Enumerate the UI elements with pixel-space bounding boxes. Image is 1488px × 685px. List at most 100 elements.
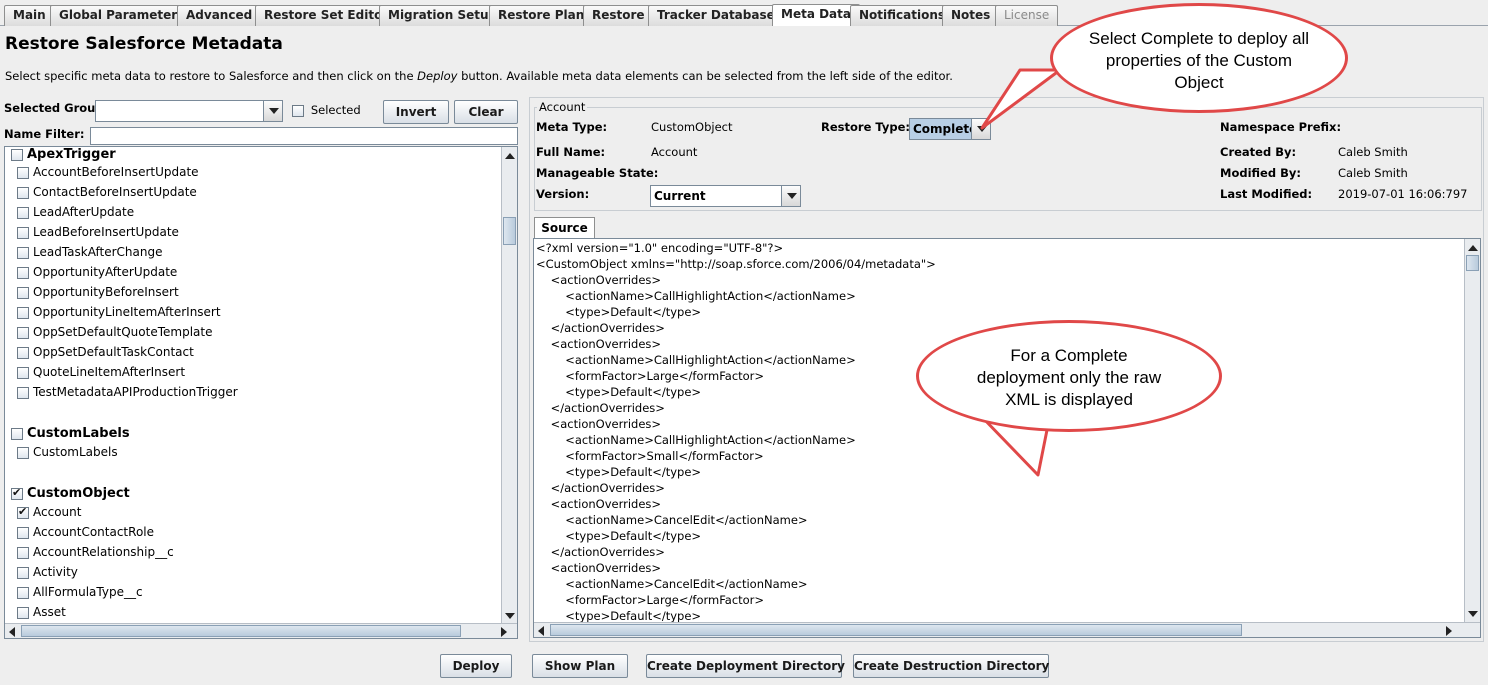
group-apextrigger[interactable]: ApexTrigger (11, 147, 116, 162)
xml-line: <type>Default</type> (536, 529, 702, 543)
namespace-prefix-label: Namespace Prefix: (1220, 120, 1342, 134)
scroll-thumb[interactable] (503, 217, 516, 245)
checkbox-checked-icon[interactable] (17, 505, 29, 519)
group-customobject[interactable]: CustomObject (11, 486, 130, 501)
tab-main[interactable]: Main (4, 5, 55, 26)
tree-item[interactable]: Activity (17, 565, 78, 579)
create-destruction-directory-button[interactable]: Create Destruction Directory (853, 654, 1049, 678)
tree-item[interactable]: LeadAfterUpdate (17, 205, 134, 219)
tree-item[interactable]: LeadBeforeInsertUpdate (17, 225, 179, 239)
version-combo[interactable]: Current (650, 185, 801, 207)
xml-line: </actionOverrides> (536, 401, 665, 415)
tab-restore[interactable]: Restore (583, 5, 654, 26)
checkbox-icon[interactable] (17, 366, 29, 379)
tree-item[interactable]: Asset (17, 605, 66, 619)
tab-notifications[interactable]: Notifications (850, 5, 955, 26)
group-customlabels[interactable]: CustomLabels (11, 426, 130, 441)
selected-checkbox[interactable]: Selected (292, 103, 361, 117)
tab-meta-data[interactable]: Meta Data (772, 4, 860, 26)
checkbox-icon[interactable] (17, 326, 29, 339)
chevron-down-icon[interactable] (781, 186, 800, 206)
checkbox-icon[interactable] (17, 186, 29, 199)
scroll-right-icon[interactable] (501, 627, 507, 637)
checkbox-icon[interactable] (17, 346, 29, 359)
scroll-thumb[interactable] (1466, 255, 1479, 271)
name-filter-label: Name Filter: (4, 127, 85, 141)
tree-item[interactable]: OpportunityAfterUpdate (17, 265, 177, 279)
tree-item-account-selected[interactable]: Account (17, 505, 81, 519)
tab-restore-plan[interactable]: Restore Plan (489, 5, 594, 26)
tree-vertical-scrollbar[interactable] (501, 147, 517, 624)
checkbox-icon[interactable] (17, 266, 29, 279)
scroll-right-icon[interactable] (1446, 626, 1452, 636)
checkbox-icon[interactable] (17, 586, 29, 599)
scroll-up-icon[interactable] (1468, 245, 1478, 251)
tree-item[interactable]: AllFormulaType__c (17, 585, 143, 599)
xml-vertical-scrollbar[interactable] (1464, 239, 1480, 623)
xml-line: <actionOverrides> (536, 273, 662, 287)
xml-line: <actionOverrides> (536, 561, 662, 575)
tab-advanced[interactable]: Advanced (177, 5, 262, 26)
tree-item[interactable]: CustomLabels (17, 445, 118, 459)
checkbox-icon[interactable] (17, 606, 29, 619)
checkbox-icon[interactable] (17, 386, 29, 399)
scroll-down-icon[interactable] (505, 613, 515, 619)
chevron-down-icon[interactable] (263, 101, 282, 121)
scroll-thumb[interactable] (21, 625, 461, 637)
checkbox-icon[interactable] (17, 206, 29, 219)
selected-group-label: Selected Group (4, 101, 104, 115)
tab-source[interactable]: Source (534, 217, 595, 239)
checkbox-icon[interactable] (17, 546, 29, 559)
tab-notes[interactable]: Notes (942, 5, 1000, 26)
tab-migration-setup[interactable]: Migration Setup (379, 5, 507, 26)
tree-item[interactable]: OpportunityBeforeInsert (17, 285, 179, 299)
tree-item[interactable]: LeadTaskAfterChange (17, 245, 163, 259)
tab-tracker-database[interactable]: Tracker Database (648, 5, 784, 26)
xml-line: <type>Default</type> (536, 305, 702, 319)
scroll-left-icon[interactable] (538, 626, 544, 636)
full-name-label: Full Name: (536, 145, 606, 159)
scroll-thumb[interactable] (550, 624, 1242, 636)
tree-horizontal-scrollbar[interactable] (5, 623, 517, 638)
invert-button[interactable]: Invert (383, 100, 449, 124)
checkbox-icon[interactable] (11, 427, 23, 440)
checkbox-icon[interactable] (17, 246, 29, 259)
name-filter-input[interactable] (90, 127, 518, 145)
tree-item[interactable]: OpportunityLineItemAfterInsert (17, 305, 221, 319)
clear-button[interactable]: Clear (454, 100, 518, 124)
checkbox-checked-icon[interactable] (11, 486, 23, 500)
checkbox-icon[interactable] (17, 166, 29, 179)
selected-group-combo[interactable] (95, 100, 283, 122)
scroll-down-icon[interactable] (1468, 611, 1478, 617)
modified-by-value: Caleb Smith (1338, 166, 1408, 180)
xml-line: <actionOverrides> (536, 497, 662, 511)
scroll-up-icon[interactable] (505, 153, 515, 159)
checkbox-icon[interactable] (17, 446, 29, 459)
tree-item[interactable]: OppSetDefaultQuoteTemplate (17, 325, 212, 339)
deploy-button[interactable]: Deploy (440, 654, 512, 678)
xml-line: <formFactor>Large</formFactor> (536, 369, 765, 383)
create-deployment-directory-button[interactable]: Create Deployment Directory (646, 654, 845, 678)
checkbox-icon[interactable] (17, 306, 29, 319)
tab-license[interactable]: License (995, 5, 1059, 26)
tree-item[interactable]: TestMetadataAPIProductionTrigger (17, 385, 238, 399)
checkbox-icon[interactable] (17, 286, 29, 299)
tree-item[interactable]: ContactBeforeInsertUpdate (17, 185, 197, 199)
tree-item[interactable]: OppSetDefaultTaskContact (17, 345, 194, 359)
restore-type-label: Restore Type: (821, 120, 910, 134)
checkbox-icon[interactable] (17, 526, 29, 539)
checkbox-icon[interactable] (292, 104, 304, 117)
tab-global-parameters[interactable]: Global Parameters (50, 5, 194, 26)
show-plan-button[interactable]: Show Plan (532, 654, 628, 678)
tree-item[interactable]: AccountBeforeInsertUpdate (17, 165, 199, 179)
tree-item[interactable]: QuoteLineItemAfterInsert (17, 365, 185, 379)
tree-item[interactable]: AccountRelationship__c (17, 545, 174, 559)
tab-restore-set-editor[interactable]: Restore Set Editor (255, 5, 398, 26)
checkbox-icon[interactable] (17, 226, 29, 239)
tree-item[interactable]: AccountContactRole (17, 525, 154, 539)
scroll-left-icon[interactable] (9, 627, 15, 637)
xml-horizontal-scrollbar[interactable] (534, 622, 1480, 637)
checkbox-icon[interactable] (17, 566, 29, 579)
checkbox-icon[interactable] (11, 148, 23, 161)
last-modified-label: Last Modified: (1220, 187, 1313, 201)
